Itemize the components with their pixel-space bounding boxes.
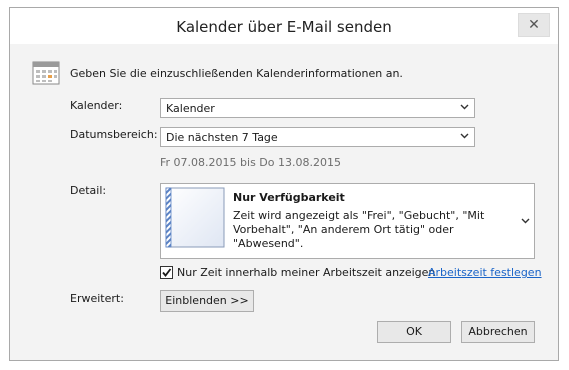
detail-select[interactable]: Nur Verfügbarkeit Zeit wird angezeigt al… — [160, 183, 535, 259]
chevron-down-icon — [460, 133, 469, 139]
date-range-select[interactable]: Die nächsten 7 Tage — [160, 127, 475, 147]
expand-button[interactable]: Einblenden >> — [160, 290, 254, 312]
close-icon: ✕ — [528, 17, 540, 33]
checkmark-icon — [162, 268, 172, 277]
dialog-title: Kalender über E-Mail senden — [176, 18, 392, 36]
chevron-down-icon — [460, 104, 469, 110]
advanced-label: Erweitert: — [70, 292, 124, 305]
set-working-hours-link[interactable]: Arbeitszeit festlegen — [428, 266, 542, 279]
working-hours-checkbox[interactable] — [160, 266, 173, 279]
close-button[interactable]: ✕ — [518, 13, 550, 37]
working-hours-label[interactable]: Nur Zeit innerhalb meiner Arbeitszeit an… — [177, 266, 435, 279]
calendar-icon — [32, 61, 60, 85]
chevron-down-icon — [521, 218, 530, 224]
instruction-text: Geben Sie die einzuschließenden Kalender… — [70, 67, 403, 80]
title-bar: Kalender über E-Mail senden ✕ — [10, 8, 558, 44]
detail-label: Detail: — [70, 184, 107, 197]
cancel-button[interactable]: Abbrechen — [461, 321, 535, 343]
calendar-select-value: Kalender — [166, 102, 215, 115]
date-range-text: Fr 07.08.2015 bis Do 13.08.2015 — [160, 156, 341, 169]
calendar-select[interactable]: Kalender — [160, 98, 475, 118]
date-range-label: Datumsbereich: — [70, 128, 158, 141]
date-range-select-value: Die nächsten 7 Tage — [166, 131, 278, 144]
dialog-window: Kalender über E-Mail senden ✕ Geben Sie … — [9, 7, 559, 361]
detail-option-description: Zeit wird angezeigt als "Frei", "Gebucht… — [233, 209, 485, 250]
detail-option-title: Nur Verfügbarkeit — [233, 191, 345, 204]
availability-document-icon — [165, 187, 225, 248]
calendar-label: Kalender: — [70, 99, 123, 112]
ok-button[interactable]: OK — [377, 321, 451, 343]
